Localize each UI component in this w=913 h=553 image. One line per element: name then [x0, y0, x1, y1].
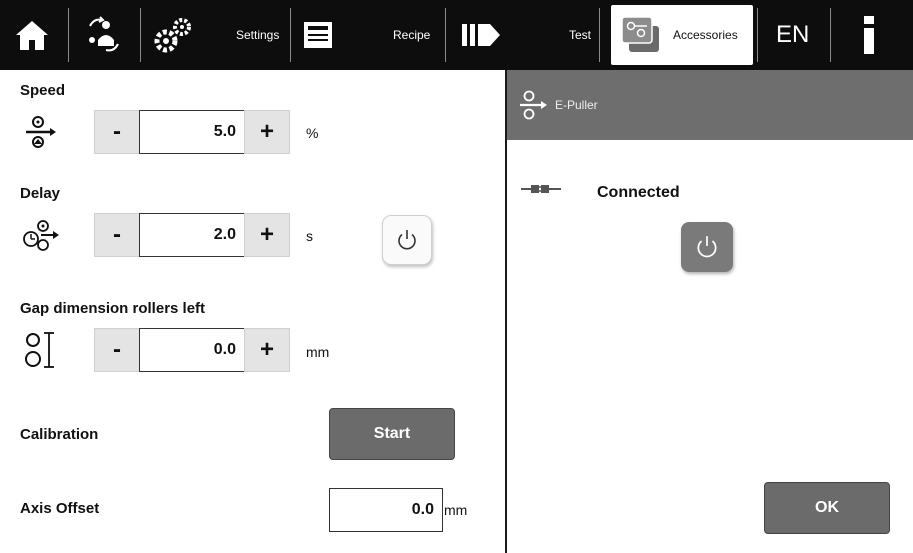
gap-input[interactable]: 0.0: [139, 328, 245, 372]
delay-power-button[interactable]: [382, 215, 432, 265]
info-icon[interactable]: [860, 0, 878, 70]
gap-unit: mm: [306, 344, 330, 360]
power-icon: [395, 228, 419, 252]
delay-timer-icon: [18, 215, 64, 255]
gap-title: Gap dimension rollers left: [20, 300, 206, 317]
test-icon[interactable]: [460, 0, 504, 70]
test-label: Test: [569, 28, 592, 42]
calibration-title: Calibration: [20, 426, 99, 443]
recipe-label: Recipe: [393, 28, 431, 42]
settings-panel: Speed - 5.0 + % Delay - 2.0 + s Gap dime…: [8, 70, 505, 553]
calibration-start-button[interactable]: Start: [329, 408, 455, 460]
delay-increase-button[interactable]: +: [244, 213, 290, 257]
delay-unit: s: [306, 228, 313, 244]
device-power-button[interactable]: [681, 222, 733, 272]
puller-speed-icon: [18, 112, 64, 152]
axis-offset-title: Axis Offset: [20, 500, 100, 517]
speed-input[interactable]: 5.0: [139, 110, 245, 154]
power-icon: [694, 234, 720, 260]
recipe-icon[interactable]: [300, 0, 336, 70]
accessories-label: Accessories: [673, 28, 738, 42]
delay-decrease-button[interactable]: -: [94, 213, 140, 257]
speed-title: Speed: [20, 82, 66, 99]
recipe-tab[interactable]: Recipe: [393, 0, 430, 70]
top-navigation-bar: Settings Recipe Test Accessories EN: [0, 0, 913, 70]
language-button[interactable]: EN: [776, 0, 809, 70]
device-name: E-Puller: [555, 98, 598, 112]
delay-title: Delay: [20, 185, 61, 202]
device-panel: E-Puller Connected OK: [507, 70, 913, 553]
settings-label: Settings: [236, 28, 280, 42]
home-icon[interactable]: [14, 0, 50, 70]
plug-icon: [521, 182, 565, 196]
device-header: E-Puller: [507, 70, 913, 140]
speed-unit: %: [306, 125, 319, 141]
settings-tab[interactable]: Settings: [236, 0, 279, 70]
language-label: EN: [776, 21, 810, 48]
axis-offset-input[interactable]: 0.0: [329, 488, 443, 532]
test-tab[interactable]: Test: [569, 0, 591, 70]
gap-increase-button[interactable]: +: [244, 328, 290, 372]
connection-status: Connected: [597, 184, 680, 201]
speed-increase-button[interactable]: +: [244, 110, 290, 154]
gap-decrease-button[interactable]: -: [94, 328, 140, 372]
gears-icon[interactable]: [152, 0, 196, 70]
accessories-icon: [619, 14, 663, 56]
ok-button[interactable]: OK: [764, 482, 890, 534]
axis-offset-unit: mm: [444, 502, 468, 518]
delay-input[interactable]: 2.0: [139, 213, 245, 257]
rollers-gap-icon: [18, 330, 64, 370]
operator-icon[interactable]: [84, 0, 124, 70]
accessories-tab[interactable]: Accessories: [611, 5, 753, 65]
speed-decrease-button[interactable]: -: [94, 110, 140, 154]
puller-icon: [519, 90, 549, 120]
